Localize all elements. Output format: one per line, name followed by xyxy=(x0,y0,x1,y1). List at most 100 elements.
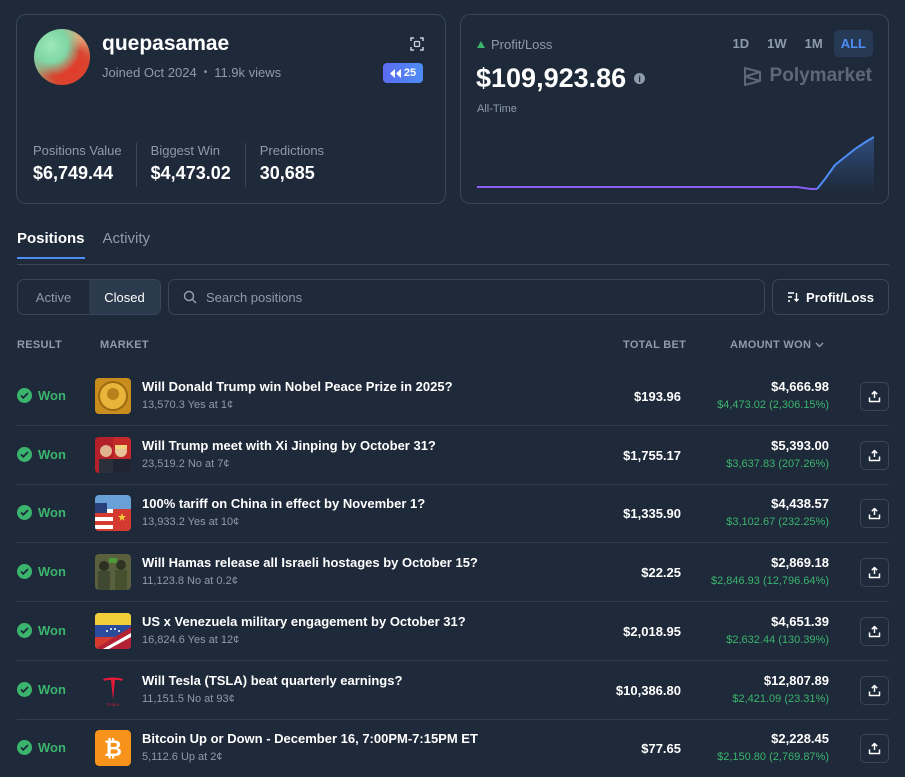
check-icon xyxy=(17,622,32,638)
pnl-chart-area xyxy=(817,137,874,193)
total-bet: $77.65 xyxy=(641,741,681,757)
filter-closed[interactable]: Closed xyxy=(89,280,160,314)
bitcoin-logo-thumbnail[interactable]: ₿ xyxy=(95,730,131,767)
share-button[interactable] xyxy=(860,382,889,411)
range-all[interactable]: ALL xyxy=(833,30,873,57)
amount-won: $2,228.45 xyxy=(771,731,829,747)
header-total-bet: TOTAL BET xyxy=(623,339,687,351)
sort-icon xyxy=(788,292,800,302)
table-row[interactable]: Won US x Venezuela military engagement b… xyxy=(17,602,889,661)
search-box[interactable] xyxy=(168,279,765,315)
check-icon xyxy=(17,388,32,403)
market-title[interactable]: Will Hamas release all Israeli hostages … xyxy=(142,555,478,570)
profit-amount: $2,150.80 (2,769.87%) xyxy=(717,751,829,764)
range-1w[interactable]: 1W xyxy=(760,30,794,57)
header-amount-won[interactable]: AMOUNT WON xyxy=(730,339,824,351)
trump-xi-thumbnail[interactable] xyxy=(95,436,131,473)
us-china-flags-thumbnail[interactable] xyxy=(95,495,131,532)
tab-positions[interactable]: Positions xyxy=(17,230,85,259)
total-bet: $1,755.17 xyxy=(623,447,681,463)
result-badge: Won xyxy=(17,564,66,580)
status-toggle: Active Closed xyxy=(17,279,161,315)
share-icon xyxy=(868,390,881,403)
stat-value: 30,685 xyxy=(259,163,315,183)
nobel-medal-thumbnail[interactable] xyxy=(95,378,131,414)
share-icon xyxy=(868,566,881,579)
market-title[interactable]: 100% tariff on China in effect by Novemb… xyxy=(142,496,425,511)
pnl-period: All-Time xyxy=(477,103,517,115)
header-market: MARKET xyxy=(100,339,149,351)
share-icon xyxy=(868,684,881,696)
market-title[interactable]: Bitcoin Up or Down - December 16, 7:00PM… xyxy=(142,731,478,746)
check-icon xyxy=(17,564,32,580)
result-badge: Won xyxy=(17,505,66,521)
profit-amount: $2,632.44 (130.39%) xyxy=(726,633,829,646)
result-label: Won xyxy=(38,740,66,756)
range-1d[interactable]: 1D xyxy=(726,30,757,57)
table-row[interactable]: Won Will Hamas release all Israeli hosta… xyxy=(17,543,889,603)
share-button[interactable] xyxy=(860,734,889,764)
amount-won: $12,807.89 xyxy=(763,672,829,688)
polymarket-wordmark: Polymarket xyxy=(769,65,872,86)
hamas-fighters-thumbnail[interactable] xyxy=(95,554,131,591)
share-button[interactable] xyxy=(860,616,889,646)
rank-badge[interactable]: 25 xyxy=(383,63,423,83)
pnl-card: Profit/Loss $109,923.86 i All-Time 1D 1W… xyxy=(460,14,889,204)
username: quepasamae xyxy=(102,32,230,55)
search-input[interactable] xyxy=(206,289,706,305)
total-bet: $193.96 xyxy=(634,389,681,404)
table-row[interactable]: Won TESLA Will Tesla (TSLA) beat quarter… xyxy=(17,661,889,720)
result-badge: Won xyxy=(17,681,66,697)
market-title[interactable]: US x Venezuela military engagement by Oc… xyxy=(142,614,466,629)
up-triangle-icon xyxy=(477,41,485,48)
avatar[interactable] xyxy=(34,29,90,85)
table-row[interactable]: Won 100% tariff on China in effect by No… xyxy=(17,484,889,544)
pnl-chart xyxy=(477,136,874,193)
position-detail: 13,933.2 Yes at 10¢ xyxy=(142,516,240,529)
result-label: Won xyxy=(38,505,66,521)
tesla-logo-thumbnail[interactable]: TESLA xyxy=(95,671,131,708)
us-venezuela-flags-thumbnail[interactable] xyxy=(95,612,131,649)
result-badge: Won xyxy=(17,388,66,403)
total-bet: $22.25 xyxy=(641,565,681,581)
share-button[interactable] xyxy=(860,499,889,529)
amount-won: $5,393.00 xyxy=(771,437,829,453)
stat-label: Predictions xyxy=(259,143,325,158)
range-1m[interactable]: 1M xyxy=(798,30,830,57)
position-detail: 23,519.2 No at 7¢ xyxy=(142,457,230,470)
profile-stats: Positions Value $6,749.44 Biggest Win $4… xyxy=(33,143,352,187)
polymarket-icon xyxy=(743,66,761,86)
market-title[interactable]: Will Donald Trump win Nobel Peace Prize … xyxy=(142,379,453,394)
search-icon xyxy=(183,290,197,304)
table-row[interactable]: Won Will Donald Trump win Nobel Peace Pr… xyxy=(17,367,889,426)
info-icon[interactable]: i xyxy=(634,73,646,84)
share-button[interactable] xyxy=(860,440,889,470)
market-title[interactable]: Will Trump meet with Xi Jinping by Octob… xyxy=(142,438,436,453)
joined-date: Joined Oct 2024 xyxy=(102,65,197,80)
tab-divider xyxy=(17,264,889,265)
qr-scan-icon[interactable] xyxy=(410,37,424,51)
range-selector: 1D 1W 1M ALL xyxy=(726,30,873,57)
profit-amount: $3,102.67 (232.25%) xyxy=(726,516,829,529)
share-icon xyxy=(868,449,881,461)
share-button[interactable] xyxy=(860,558,889,588)
market-title[interactable]: Will Tesla (TSLA) beat quarterly earning… xyxy=(142,673,402,688)
table-row[interactable]: Won ₿ Bitcoin Up or Down - December 16, … xyxy=(17,719,889,777)
result-badge: Won xyxy=(17,740,66,756)
profile-meta: Joined Oct 2024 • 11.9k views xyxy=(102,65,281,80)
svg-text:₿: ₿ xyxy=(104,737,122,762)
check-icon xyxy=(17,681,32,697)
tab-activity[interactable]: Activity xyxy=(103,230,151,259)
filter-active[interactable]: Active xyxy=(18,280,89,314)
pnl-chart-line-flat xyxy=(477,186,817,190)
table-row[interactable]: Won Will Trump meet with Xi Jinping by O… xyxy=(17,426,889,485)
result-badge: Won xyxy=(17,446,66,462)
total-bet: $2,018.95 xyxy=(623,623,681,639)
sort-button[interactable]: Profit/Loss xyxy=(772,279,889,315)
sort-label: Profit/Loss xyxy=(806,289,874,305)
check-icon xyxy=(17,740,32,756)
amount-won: $4,666.98 xyxy=(771,379,829,394)
share-icon xyxy=(868,508,881,520)
position-detail: 5,112.6 Up at 2¢ xyxy=(142,751,223,764)
share-button[interactable] xyxy=(860,675,889,705)
